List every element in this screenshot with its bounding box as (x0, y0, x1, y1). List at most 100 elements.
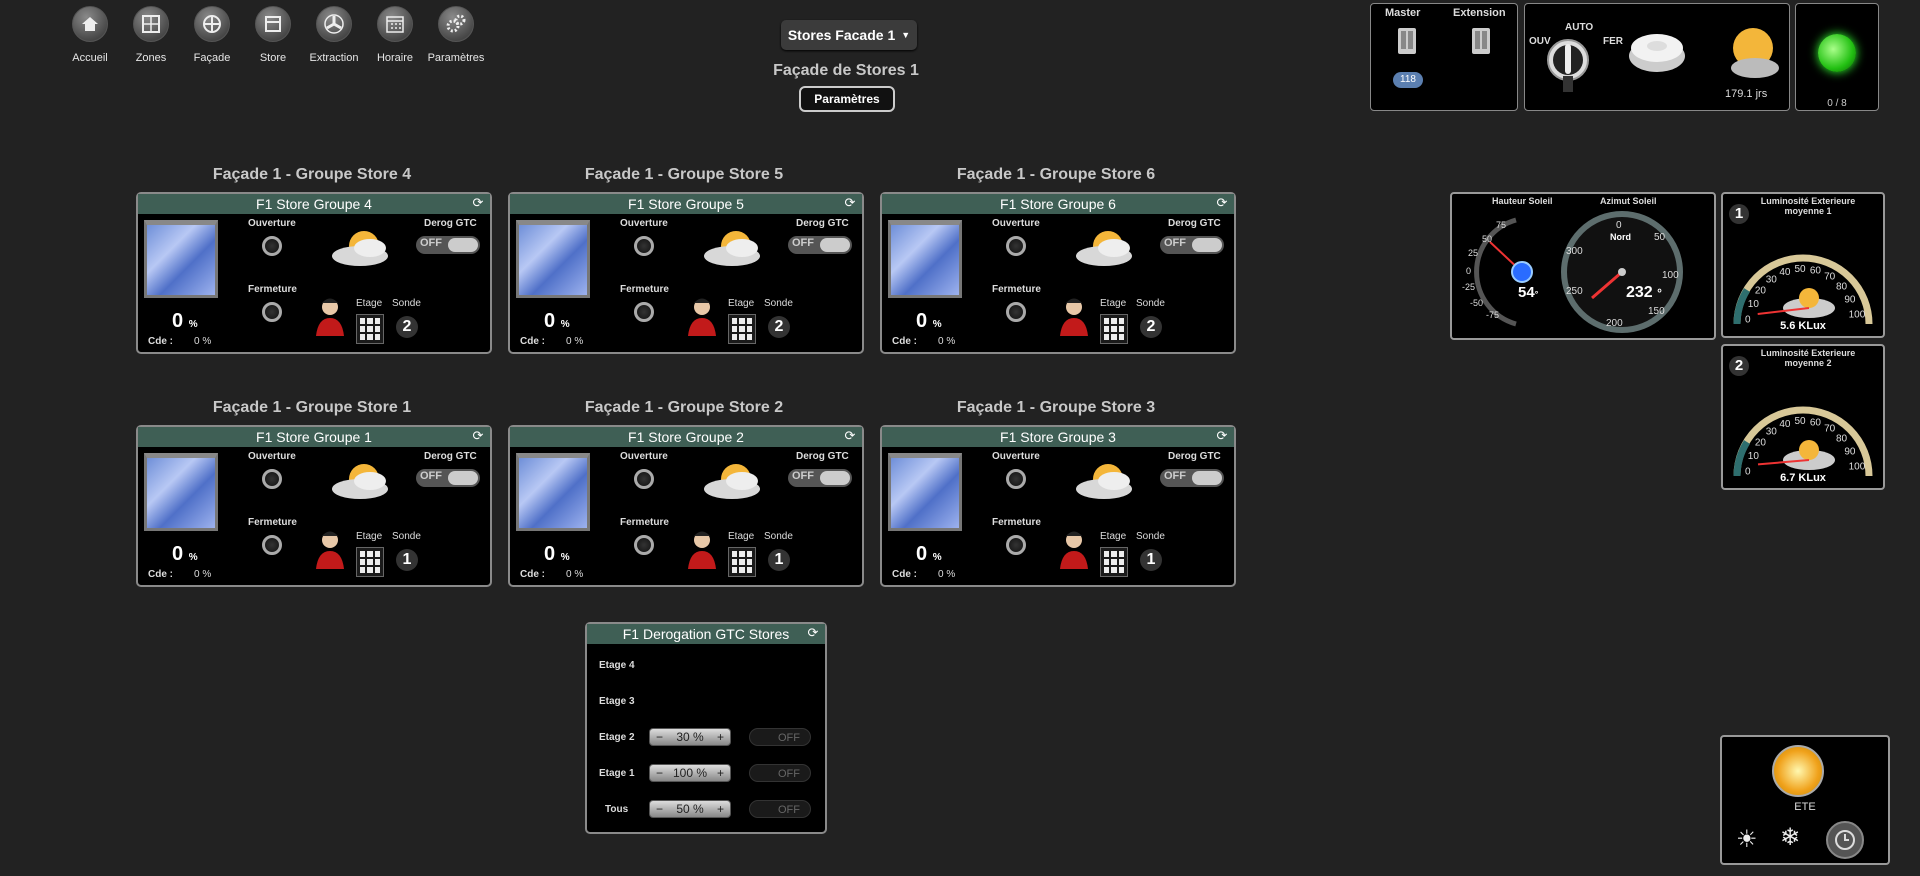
minus-icon[interactable]: − (656, 802, 663, 816)
nav-store[interactable]: Store (243, 6, 303, 64)
refresh-icon[interactable]: ⟳ (1214, 195, 1230, 211)
nav-parametres[interactable]: Paramètres (426, 6, 486, 64)
fermeture-button[interactable] (634, 302, 654, 322)
derog-stepper-etage2[interactable]: − 30 % + (649, 728, 731, 746)
lux-tick: 60 (1810, 266, 1822, 277)
ouverture-label: Ouverture (992, 218, 1040, 229)
derog-toggle[interactable]: OFF (788, 236, 852, 254)
store-group-tile: F1 Store Groupe 5 ⟳ Ouverture Fermeture … (508, 192, 864, 354)
ouverture-button[interactable] (634, 236, 654, 256)
derog-toggle-etage2[interactable]: OFF (749, 728, 811, 746)
refresh-icon[interactable]: ⟳ (805, 625, 821, 641)
refresh-icon[interactable]: ⟳ (470, 428, 486, 444)
master-extension-panel: Master Extension 118 (1370, 3, 1518, 111)
azimut-value: 232 ° (1626, 284, 1662, 301)
derog-stepper-etage1[interactable]: − 100 % + (649, 764, 731, 782)
window-blind-icon[interactable] (144, 220, 218, 298)
fermeture-button[interactable] (634, 535, 654, 555)
minus-icon[interactable]: − (656, 730, 663, 744)
group-title: Façade 1 - Groupe Store 2 (584, 399, 784, 416)
fermeture-button[interactable] (1006, 302, 1026, 322)
window-blind-icon[interactable] (516, 453, 590, 531)
derog-toggle[interactable]: OFF (416, 469, 480, 487)
fan-icon (316, 6, 352, 42)
derog-toggle[interactable]: OFF (788, 469, 852, 487)
parametres-button[interactable]: Paramètres (799, 86, 895, 112)
ouverture-button[interactable] (1006, 236, 1026, 256)
tile-title: F1 Store Groupe 6 (1000, 196, 1116, 212)
sonde-badge: 1 (396, 549, 418, 571)
extension-plc-icon[interactable] (1469, 26, 1493, 58)
window-blind-icon[interactable] (888, 453, 962, 531)
group-title: Façade 1 - Groupe Store 3 (956, 399, 1156, 416)
fermeture-button[interactable] (262, 302, 282, 322)
plus-icon[interactable]: + (717, 766, 724, 780)
facade-dropdown[interactable]: Stores Facade 1 ▼ (781, 20, 917, 50)
group-title: Façade 1 - Groupe Store 6 (956, 166, 1156, 183)
toggle-knob (1192, 238, 1222, 252)
plus-icon[interactable]: + (717, 730, 724, 744)
sonde-badge: 1 (768, 549, 790, 571)
azimut-tick: 150 (1648, 306, 1665, 317)
mode-switch-knob[interactable] (1545, 38, 1591, 94)
nav-zones[interactable]: Zones (121, 6, 181, 64)
person-icon (316, 298, 344, 336)
ouverture-button[interactable] (262, 236, 282, 256)
derog-toggle-tous[interactable]: OFF (749, 800, 811, 818)
refresh-icon[interactable]: ⟳ (842, 428, 858, 444)
derog-toggle[interactable]: OFF (1160, 469, 1224, 487)
plus-icon[interactable]: + (717, 802, 724, 816)
derog-toggle[interactable]: OFF (416, 236, 480, 254)
ouverture-label: Ouverture (992, 451, 1040, 462)
building-icon (356, 547, 384, 577)
zones-icon (133, 6, 169, 42)
derog-stepper-tous[interactable]: − 50 % + (649, 800, 731, 818)
fermeture-button[interactable] (262, 535, 282, 555)
tile-header: F1 Store Groupe 5 ⟳ (510, 194, 862, 214)
ouverture-button[interactable] (634, 469, 654, 489)
window-blind-icon[interactable] (144, 453, 218, 531)
page-title: Façade de Stores 1 (773, 62, 919, 79)
hauteur-tick: 25 (1468, 248, 1478, 258)
refresh-icon[interactable]: ⟳ (470, 195, 486, 211)
refresh-icon[interactable]: ⟳ (842, 195, 858, 211)
refresh-icon[interactable]: ⟳ (1214, 428, 1230, 444)
sonde-label: Sonde (392, 298, 421, 309)
derog-toggle[interactable]: OFF (1160, 236, 1224, 254)
switch-auto-label: AUTO (1565, 22, 1594, 33)
lux-tick: 30 (1766, 274, 1778, 285)
azimut-tick: 250 (1566, 286, 1583, 297)
window-blind-icon[interactable] (888, 220, 962, 298)
summer-sun-icon[interactable] (1772, 745, 1824, 797)
store-group-tile: F1 Store Groupe 6 ⟳ Ouverture Fermeture … (880, 192, 1236, 354)
clock-icon[interactable] (1826, 821, 1864, 859)
tile-header: F1 Store Groupe 6 ⟳ (882, 194, 1234, 214)
ouverture-label: Ouverture (248, 451, 296, 462)
ouverture-button[interactable] (262, 469, 282, 489)
derog-row-label: Etage 2 (599, 732, 635, 743)
cde-label: Cde : (148, 569, 173, 580)
fermeture-button[interactable] (1006, 535, 1026, 555)
nav-horaire[interactable]: Horaire (365, 6, 425, 64)
tile-title: F1 Store Groupe 1 (256, 429, 372, 445)
status-led-icon (1818, 34, 1856, 72)
season-label: ETE (1794, 801, 1816, 813)
person-icon (1060, 531, 1088, 569)
master-plc-icon[interactable] (1395, 26, 1419, 58)
derog-toggle-etage1[interactable]: OFF (749, 764, 811, 782)
nav-extraction[interactable]: Extraction (304, 6, 364, 64)
lux-tick: 40 (1779, 267, 1791, 278)
minus-icon[interactable]: − (656, 766, 663, 780)
toggle-off-label: OFF (1164, 470, 1186, 482)
nav-accueil[interactable]: Accueil (60, 6, 120, 64)
sun-icon[interactable]: ☀ (1736, 825, 1758, 854)
snowflake-icon[interactable]: ❄ (1780, 823, 1800, 852)
gears-icon (438, 6, 474, 42)
ouverture-button[interactable] (1006, 469, 1026, 489)
store-group-tile: F1 Store Groupe 4 ⟳ Ouverture Fermeture … (136, 192, 492, 354)
stepper-value: 50 % (676, 802, 704, 816)
nav-facade[interactable]: Façade (182, 6, 242, 64)
window-blind-icon[interactable] (516, 220, 590, 298)
weather-sun-cloud-icon (1076, 464, 1132, 499)
derogation-title: F1 Derogation GTC Stores (622, 626, 790, 642)
